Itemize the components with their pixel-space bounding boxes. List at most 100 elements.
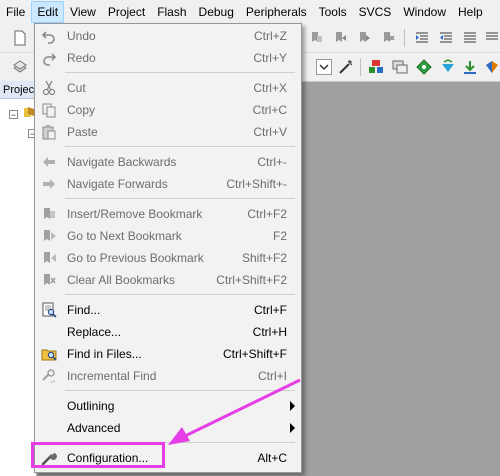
menu-item-label: Replace...	[67, 325, 122, 339]
stack-icon[interactable]	[12, 59, 28, 75]
new-file-icon[interactable]	[12, 30, 28, 46]
menu-item-next-bookmark[interactable]: Go to Next Bookmark F2	[35, 225, 301, 247]
paste-icon	[41, 124, 57, 140]
menu-peripherals[interactable]: Peripherals	[240, 1, 313, 23]
bookmark-toggle-tool-icon[interactable]	[308, 30, 324, 46]
menu-debug[interactable]: Debug	[193, 1, 240, 23]
menu-item-label: Incremental Find	[67, 369, 157, 383]
menu-item-shortcut: Ctrl+Z	[254, 29, 287, 43]
green-diamond-icon[interactable]	[416, 59, 432, 75]
menu-item-redo[interactable]: Redo Ctrl+Y	[35, 47, 301, 69]
window-layout-icon[interactable]	[392, 59, 408, 75]
target-dropdown-button[interactable]	[316, 59, 332, 75]
menu-view[interactable]: View	[64, 1, 102, 23]
menu-item-shortcut: Ctrl+I	[257, 369, 287, 383]
tab-project[interactable]: Project	[0, 81, 36, 99]
menu-item-label: Go to Next Bookmark	[67, 229, 182, 243]
undo-icon	[41, 28, 57, 44]
menu-item-navigate-backwards[interactable]: Navigate Backwards Ctrl+-	[35, 151, 301, 173]
menu-item-clear-bookmarks[interactable]: Clear All Bookmarks Ctrl+Shift+F2	[35, 269, 301, 291]
bookmark-next-icon	[41, 228, 57, 244]
project-panel: Project − −	[0, 81, 37, 476]
menu-item-incremental-find[interactable]: Incremental Find Ctrl+I	[35, 365, 301, 387]
bookmark-clear-icon	[41, 272, 57, 288]
download-arrow-icon[interactable]	[462, 59, 478, 75]
menu-item-find[interactable]: Find... Ctrl+F	[35, 299, 301, 321]
menu-item-label: Go to Previous Bookmark	[67, 251, 204, 265]
colored-gem-icon[interactable]	[484, 59, 500, 75]
menu-item-paste[interactable]: Paste Ctrl+V	[35, 121, 301, 143]
menu-file[interactable]: File	[0, 1, 31, 23]
annotation-highlight-box	[31, 442, 165, 468]
menu-item-label: Find in Files...	[67, 347, 142, 361]
menu-item-outlining[interactable]: Outlining	[35, 395, 301, 417]
menu-project[interactable]: Project	[102, 1, 151, 23]
unindent-icon[interactable]	[438, 30, 454, 46]
menu-item-label: Advanced	[67, 421, 121, 435]
component-red-icon[interactable]	[368, 59, 384, 75]
menu-item-advanced[interactable]: Advanced	[35, 417, 301, 439]
find-in-files-icon	[41, 346, 57, 362]
menu-item-label: Undo	[67, 29, 96, 43]
menu-item-shortcut: Ctrl+Shift+-	[226, 177, 287, 191]
pack-installer-icon[interactable]	[440, 59, 456, 75]
menu-window[interactable]: Window	[397, 1, 452, 23]
submenu-arrow-icon	[290, 401, 295, 411]
menu-item-label: Redo	[67, 51, 96, 65]
menu-item-shortcut: Ctrl+F2	[247, 207, 287, 221]
menu-item-insert-remove-bookmark[interactable]: Insert/Remove Bookmark Ctrl+F2	[35, 203, 301, 225]
indent-icon[interactable]	[414, 30, 430, 46]
arrow-left-icon	[41, 154, 57, 170]
comment-icon[interactable]	[462, 30, 478, 46]
menu-flash[interactable]: Flash	[151, 1, 192, 23]
magic-wand-icon[interactable]	[338, 59, 354, 75]
menu-item-undo[interactable]: Undo Ctrl+Z	[35, 25, 301, 47]
menu-bar: File Edit View Project Flash Debug Perip…	[0, 0, 500, 25]
menu-item-label: Navigate Forwards	[67, 177, 168, 191]
menu-item-find-in-files[interactable]: Find in Files... Ctrl+Shift+F	[35, 343, 301, 365]
menu-item-shortcut: F2	[272, 229, 287, 243]
menu-item-label: Find...	[67, 303, 101, 317]
menu-item-navigate-forwards[interactable]: Navigate Forwards Ctrl+Shift+-	[35, 173, 301, 195]
bookmark-prev-tool-icon[interactable]	[332, 30, 348, 46]
find-icon	[41, 302, 57, 318]
menu-item-label: Outlining	[67, 399, 115, 413]
menu-svcs[interactable]: SVCS	[353, 1, 398, 23]
menu-item-label: Copy	[67, 103, 96, 117]
menu-item-shortcut: Ctrl+Y	[253, 51, 287, 65]
menu-edit[interactable]: Edit	[31, 1, 65, 23]
menu-item-previous-bookmark[interactable]: Go to Previous Bookmark Shift+F2	[35, 247, 301, 269]
redo-icon	[41, 50, 57, 66]
bookmark-clear-tool-icon[interactable]	[380, 30, 396, 46]
copy-icon	[41, 102, 57, 118]
menu-item-replace[interactable]: Replace... Ctrl+H	[35, 321, 301, 343]
menu-item-shortcut: Alt+C	[257, 451, 287, 465]
menu-item-shortcut: Shift+F2	[241, 251, 287, 265]
scissors-icon	[41, 80, 57, 96]
uncomment-icon[interactable]	[484, 30, 500, 46]
menu-item-label: Paste	[67, 125, 98, 139]
menu-item-shortcut: Ctrl+Shift+F	[222, 347, 287, 361]
menu-item-shortcut: Ctrl+C	[252, 103, 287, 117]
bookmark-toggle-icon	[41, 206, 57, 222]
menu-item-label: Navigate Backwards	[67, 155, 177, 169]
bookmark-prev-icon	[41, 250, 57, 266]
submenu-arrow-icon	[290, 423, 295, 433]
menu-item-shortcut: Ctrl+-	[257, 155, 287, 169]
menu-item-shortcut: Ctrl+V	[253, 125, 287, 139]
menu-item-shortcut: Ctrl+Shift+F2	[216, 273, 287, 287]
bookmark-next-tool-icon[interactable]	[356, 30, 372, 46]
menu-help[interactable]: Help	[452, 1, 489, 23]
menu-item-label: Insert/Remove Bookmark	[67, 207, 203, 221]
tree-collapse-icon[interactable]: −	[9, 110, 18, 120]
menu-item-cut[interactable]: Cut Ctrl+X	[35, 77, 301, 99]
menu-item-shortcut: Ctrl+H	[252, 325, 287, 339]
menu-tools[interactable]: Tools	[313, 1, 353, 23]
menu-item-shortcut: Ctrl+F	[254, 303, 287, 317]
incremental-find-icon	[41, 368, 57, 384]
menu-item-label: Cut	[67, 81, 86, 95]
menu-item-shortcut: Ctrl+X	[253, 81, 287, 95]
arrow-right-icon	[41, 176, 57, 192]
menu-item-label: Clear All Bookmarks	[67, 273, 176, 287]
menu-item-copy[interactable]: Copy Ctrl+C	[35, 99, 301, 121]
